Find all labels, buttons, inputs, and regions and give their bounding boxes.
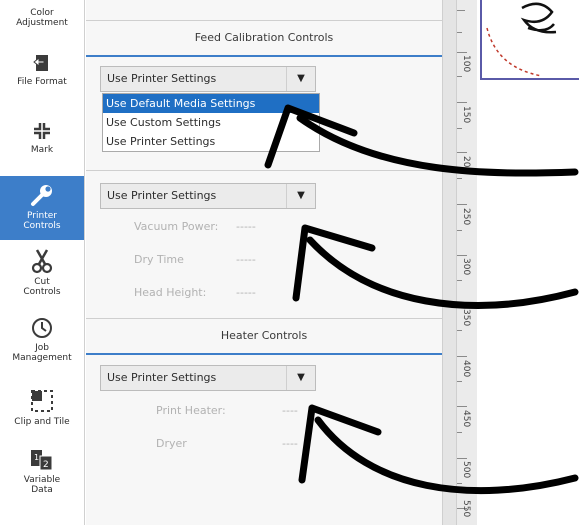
file-format-icon xyxy=(33,55,48,71)
ruler-tick xyxy=(457,255,467,256)
vacuum-settings-select[interactable]: Use Printer Settings ▼ xyxy=(100,183,316,209)
section-header-feed-calibration: Feed Calibration Controls xyxy=(86,21,442,57)
ruler-label: 550 xyxy=(461,500,471,518)
sidebar-item-label: Adjustment xyxy=(16,18,68,28)
sidebar-item-printer-controls[interactable]: Printer Controls xyxy=(0,176,84,240)
ruler-tick xyxy=(457,330,462,331)
sidebar-item-variable-data[interactable]: 1 2 Variable Data xyxy=(0,448,84,508)
ruler-tick xyxy=(457,432,462,433)
ruler-tick xyxy=(457,483,462,484)
ruler-tick xyxy=(457,230,462,231)
clip-tile-icon xyxy=(31,390,53,412)
select-value: Use Printer Settings xyxy=(107,72,217,85)
select-value: Use Printer Settings xyxy=(107,371,217,384)
ruler-tick xyxy=(457,458,467,459)
ruler-label: 200 xyxy=(461,156,471,174)
ruler-tick xyxy=(457,280,462,281)
ruler-label: 350 xyxy=(461,309,471,327)
sidebar-item-label: Clip and Tile xyxy=(14,417,70,427)
dryer-label: Dryer xyxy=(156,437,187,450)
vacuum-power-label: Vacuum Power: xyxy=(134,220,219,233)
sidebar-item-label: Controls xyxy=(23,221,61,231)
ruler-tick xyxy=(457,178,462,179)
sidebar-item-cut-controls[interactable]: Cut Controls xyxy=(0,248,84,308)
artboard-preview[interactable] xyxy=(480,0,579,80)
ruler-label: 500 xyxy=(461,461,471,479)
ruler-label: 100 xyxy=(461,55,471,73)
option-use-custom-settings[interactable]: Use Custom Settings xyxy=(103,113,319,132)
ruler-tick xyxy=(457,76,462,77)
app-window: Color Adjustment File Format Mark Printe… xyxy=(0,0,579,525)
dry-time-label: Dry Time xyxy=(134,253,184,266)
ruler-label: 150 xyxy=(461,106,471,124)
sidebar-item-file-format[interactable]: File Format xyxy=(0,52,84,104)
sidebar-item-job-management[interactable]: Job Management xyxy=(0,316,84,374)
sidebar-item-label: Job xyxy=(35,343,49,353)
ruler-tick xyxy=(457,204,467,205)
sidebar-item-label: Cut xyxy=(34,277,50,287)
variable-data-icon: 1 2 xyxy=(31,450,53,471)
sidebar-item-label: Color xyxy=(30,8,54,18)
sidebar-item-label: Management xyxy=(12,353,72,363)
panel-scrollbar[interactable] xyxy=(442,0,457,525)
sidebar-item-label: File Format xyxy=(17,77,67,87)
artwork-illustration xyxy=(486,2,557,77)
print-heater-label: Print Heater: xyxy=(156,404,226,417)
ruler-tick xyxy=(457,10,465,11)
sidebar-item-clip-and-tile[interactable]: Clip and Tile xyxy=(0,388,84,438)
sidebar-item-mark[interactable]: Mark xyxy=(0,120,84,172)
select-value: Use Printer Settings xyxy=(107,189,217,202)
mark-icon xyxy=(34,123,50,139)
sidebar-item-label: Mark xyxy=(30,145,54,155)
head-height-value: ----- xyxy=(236,286,256,299)
divider xyxy=(86,170,442,171)
wrench-icon xyxy=(31,185,52,206)
sidebar-item-label: Variable xyxy=(23,475,61,485)
ruler-label: 400 xyxy=(461,360,471,378)
ruler-tick xyxy=(457,406,467,407)
sidebar-item-label: Controls xyxy=(23,287,61,297)
sidebar-item-label: Data xyxy=(31,485,53,495)
ruler-tick xyxy=(457,52,467,53)
svg-text:1: 1 xyxy=(34,453,39,462)
ruler-label: 300 xyxy=(461,258,471,276)
sidebar-item-label: Printer xyxy=(27,211,57,221)
ruler-label: 250 xyxy=(461,208,471,226)
vacuum-power-value: ----- xyxy=(236,220,256,233)
ruler-tick xyxy=(457,32,462,33)
sidebar-item-color-adjustment[interactable]: Color Adjustment xyxy=(0,0,84,40)
dropdown-arrow-icon[interactable]: ▼ xyxy=(286,67,315,91)
ruler-tick xyxy=(457,128,462,129)
ruler-tick xyxy=(457,152,467,153)
vertical-ruler: 100 150 200 250 300 350 400 450 500 550 xyxy=(456,0,478,525)
head-height-label: Head Height: xyxy=(134,286,207,299)
option-use-printer-settings[interactable]: Use Printer Settings xyxy=(103,132,319,151)
ruler-tick xyxy=(457,305,467,306)
printer-controls-panel: Feed Calibration Controls Use Printer Se… xyxy=(86,0,442,525)
print-heater-value: ---- xyxy=(282,404,298,417)
option-use-default-media-settings[interactable]: Use Default Media Settings xyxy=(103,94,319,113)
dropdown-arrow-icon[interactable]: ▼ xyxy=(286,184,315,208)
dry-time-value: ----- xyxy=(236,253,256,266)
feed-calibration-select[interactable]: Use Printer Settings ▼ xyxy=(100,66,316,92)
dropdown-arrow-icon[interactable]: ▼ xyxy=(286,366,315,390)
heater-settings-select[interactable]: Use Printer Settings ▼ xyxy=(100,365,316,391)
ruler-label: 450 xyxy=(461,410,471,428)
dryer-value: ---- xyxy=(282,437,298,450)
section-header-heater-controls: Heater Controls xyxy=(86,319,442,355)
scissors-icon xyxy=(31,249,53,274)
feed-calibration-dropdown-list: Use Default Media Settings Use Custom Se… xyxy=(102,93,320,152)
clock-icon xyxy=(32,318,52,338)
svg-text:2: 2 xyxy=(43,460,49,470)
ruler-tick xyxy=(457,356,467,357)
ruler-tick xyxy=(457,381,462,382)
ruler-tick xyxy=(457,102,467,103)
sidebar: Color Adjustment File Format Mark Printe… xyxy=(0,0,85,525)
